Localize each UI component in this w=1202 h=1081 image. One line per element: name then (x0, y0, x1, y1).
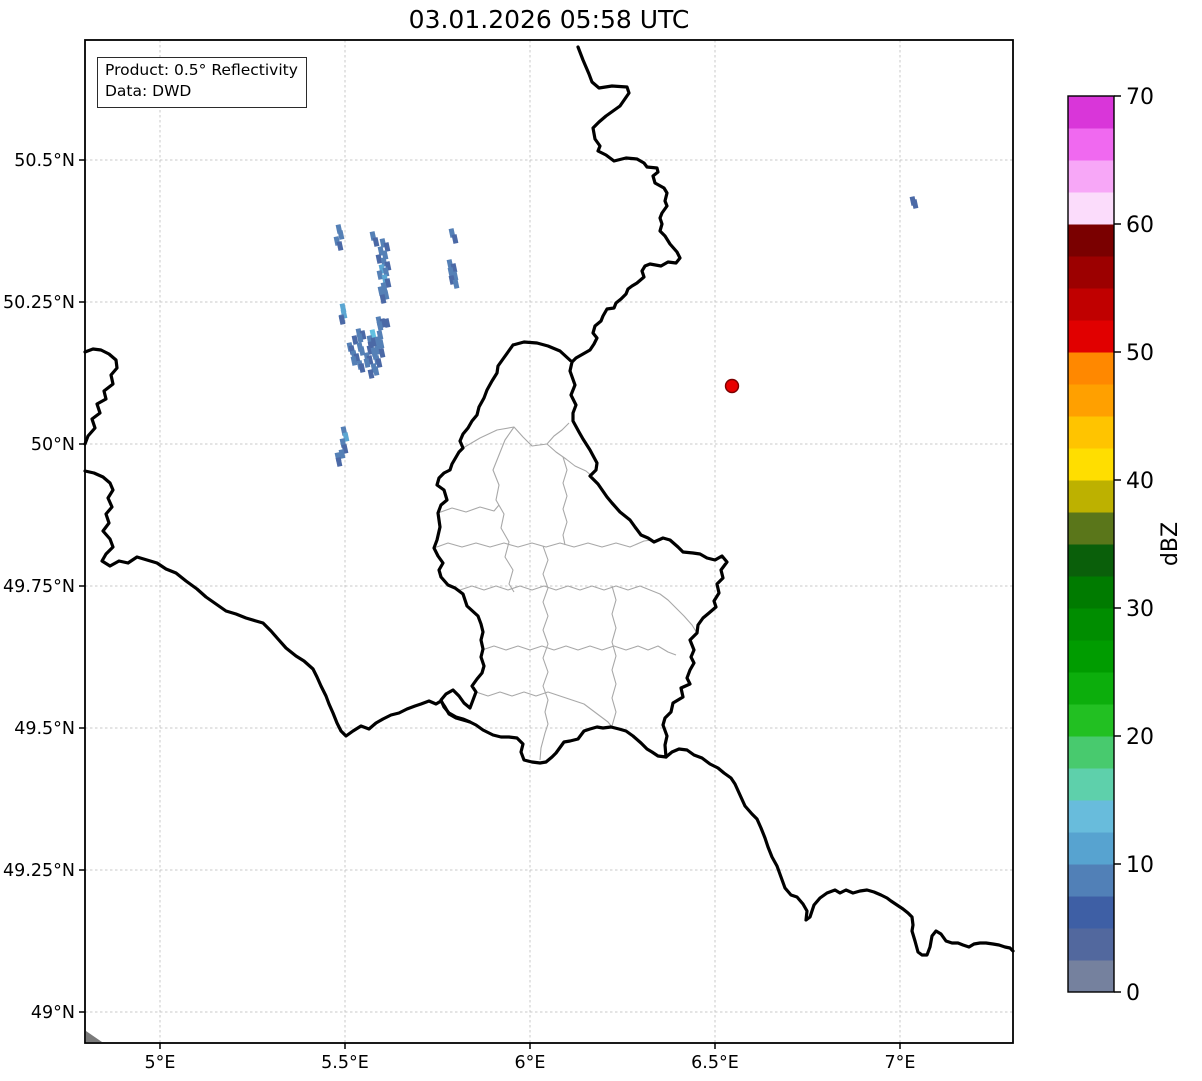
x-tick-label: 5.5°E (321, 1053, 369, 1073)
y-tick-label: 49.25°N (3, 861, 75, 881)
product-label: Product: 0.5° Reflectivity (105, 61, 298, 79)
colorbar-tick-label: 20 (1126, 725, 1154, 750)
country-borders (83, 45, 1015, 1042)
radar-echoes (333, 196, 919, 467)
y-tick-label: 50°N (31, 435, 75, 455)
colorbar-unit-label: dBZ (1158, 522, 1183, 566)
data-source-label: Data: DWD (105, 82, 192, 101)
colorbar-tick-label: 70 (1126, 85, 1154, 110)
y-tick-label: 50.25°N (3, 293, 75, 313)
colorbar: 0 10 20 30 40 50 60 70 dBZ (1067, 85, 1183, 1006)
radar-figure: 03.01.2026 05:58 UTC 5°E 5.5°E 6°E 6.5°E 7°E… (0, 0, 1202, 1081)
x-axis-ticks: 5°E 5.5°E 6°E 6.5°E 7°E (145, 1043, 916, 1073)
y-tick-label: 49.75°N (3, 577, 75, 597)
product-info-box: Product: 0.5° Reflectivity Data: DWD (97, 57, 307, 108)
x-tick-label: 6.5°E (691, 1053, 739, 1073)
y-tick-label: 50.5°N (14, 151, 75, 171)
y-axis-ticks: 50.5°N 50.25°N 50°N 49.75°N 49.5°N 49.25°N 49°… (3, 151, 85, 1023)
station-marker (724, 378, 740, 394)
border-be_fr_main (83, 469, 472, 738)
y-tick-label: 49°N (31, 1003, 75, 1023)
x-tick-label: 5°E (145, 1053, 176, 1073)
map-plot-canvas: 5°E 5.5°E 6°E 6.5°E 7°E 50.5°N 50.25°N 50°N 49.7… (3, 39, 1183, 1073)
colorbar-tick-label: 0 (1126, 981, 1140, 1006)
border-be_fr_loop (83, 347, 119, 446)
border-lux_outline (432, 340, 729, 765)
colorbar-tick-label: 50 (1126, 341, 1154, 366)
colorbar-tick-label: 30 (1126, 597, 1154, 622)
border-fr_de (664, 747, 1015, 957)
x-tick-label: 7°E (885, 1053, 916, 1073)
corner-terrain-patch (86, 1031, 102, 1042)
colorbar-tick-label: 40 (1126, 469, 1154, 494)
x-tick-label: 6°E (515, 1053, 546, 1073)
canton-borders (433, 422, 698, 761)
y-tick-label: 49.5°N (14, 719, 75, 739)
colorbar-tick-label: 60 (1126, 213, 1154, 238)
colorbar-tick-label: 10 (1126, 853, 1154, 878)
border-be_de (570, 45, 682, 364)
red-marker (724, 378, 740, 394)
